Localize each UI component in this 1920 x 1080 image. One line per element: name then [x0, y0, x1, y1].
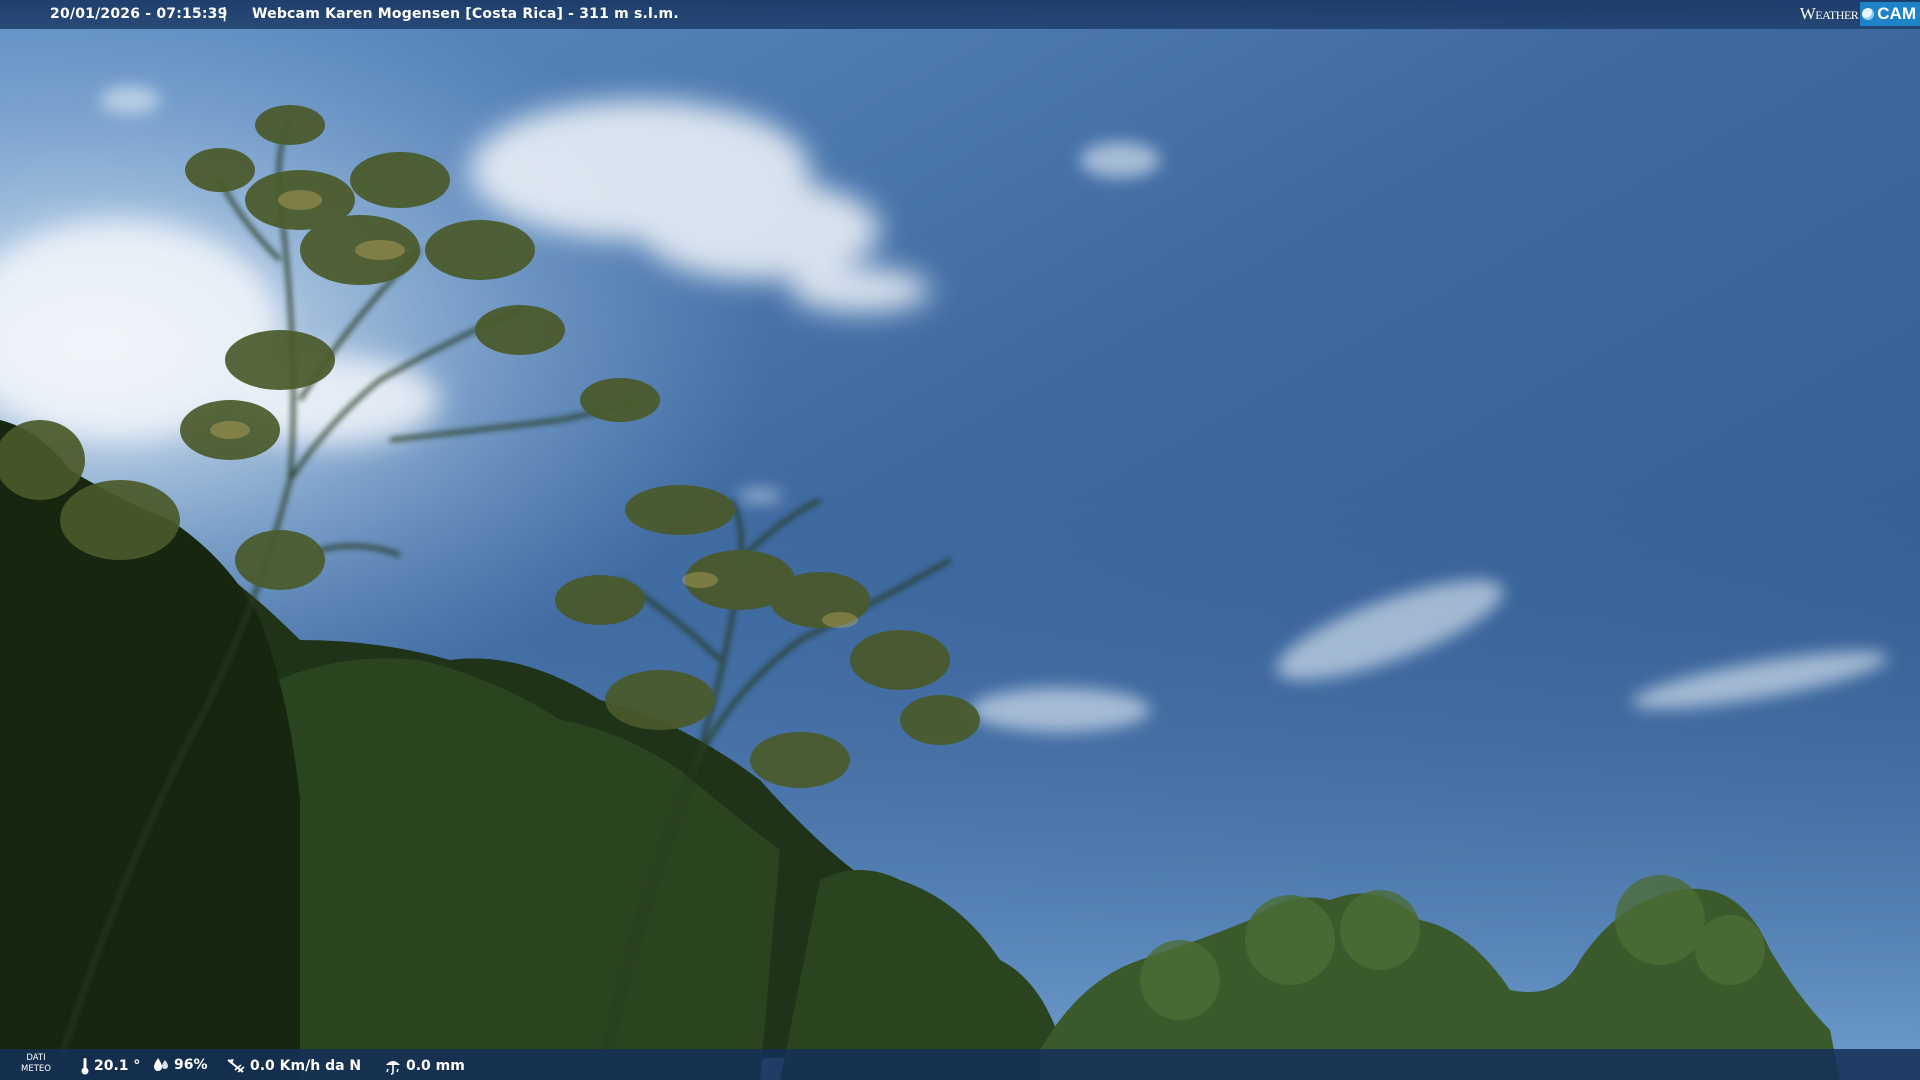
lens-icon	[1862, 7, 1875, 20]
logo-weather-text: Weather	[1799, 3, 1859, 23]
meteo-label: METEO	[21, 1064, 51, 1074]
header-separator: |	[222, 6, 228, 22]
rain-gauge-icon	[386, 1061, 400, 1075]
logo-cam-badge: CAM	[1860, 1, 1920, 26]
webcam-location: Webcam Karen Mogensen [Costa Rica] - 311…	[252, 6, 679, 22]
timestamp: 20/01/2026 - 07:15:39	[50, 6, 228, 22]
temperature-value: 20.1 °	[94, 1058, 141, 1074]
humidity-value: 96%	[174, 1057, 208, 1073]
wind-vane-icon	[227, 1059, 245, 1073]
weather-data-bar: DATI METEO 20.1 ° 96% 0.0 Km/h da N 0.0 …	[0, 1049, 1920, 1080]
weathercam-logo[interactable]: Weather CAM	[1796, 0, 1920, 27]
humidity-reading: 96%	[152, 1057, 208, 1073]
thermometer-icon	[81, 1058, 89, 1075]
webcam-frame: 20/01/2026 - 07:15:39 | Webcam Karen Mog…	[0, 0, 1920, 1080]
rain-reading: 0.0 mm	[384, 1057, 465, 1075]
temperature-reading: 20.1 °	[80, 1057, 140, 1075]
weather-data-label: DATI METEO	[21, 1053, 51, 1075]
wind-value: 0.0 Km/h da N	[250, 1058, 362, 1074]
rain-value: 0.0 mm	[406, 1058, 465, 1074]
logo-cam-text: CAM	[1877, 3, 1916, 23]
wind-reading: 0.0 Km/h da N	[226, 1057, 361, 1075]
header-bar: 20/01/2026 - 07:15:39 | Webcam Karen Mog…	[0, 0, 1920, 29]
humidity-drop-icon	[154, 1058, 168, 1071]
dati-label: DATI	[26, 1053, 46, 1063]
webcam-image	[0, 0, 1920, 1080]
